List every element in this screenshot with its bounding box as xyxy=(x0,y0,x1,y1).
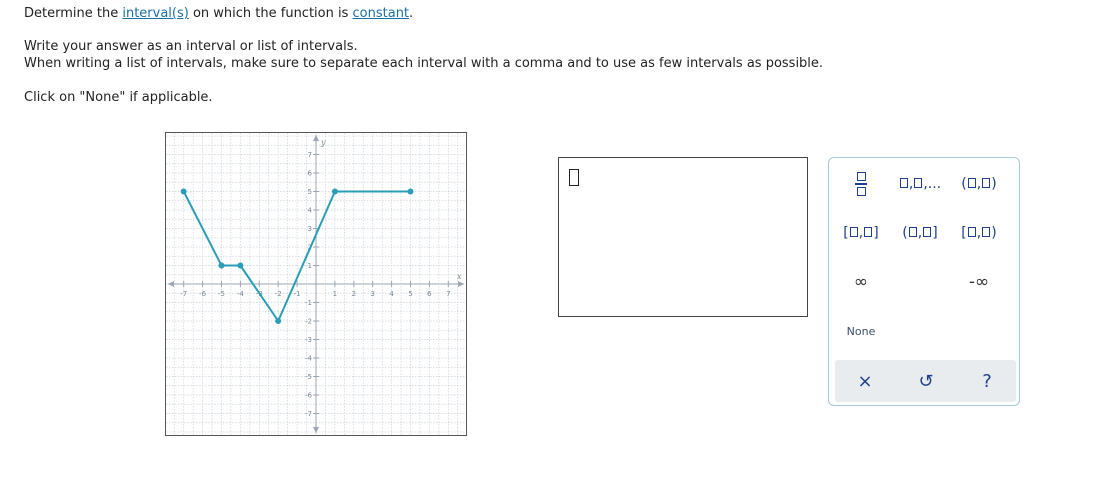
instruction-line: Click on "None" if applicable. xyxy=(24,90,213,105)
y-tick-label: -7 xyxy=(305,410,312,418)
x-tick-label: 7 xyxy=(446,290,450,298)
y-tick-label: -4 xyxy=(305,355,313,363)
function-graph: -7 -6 -5 -4 -3 -2 -1 1 2 3 4 5 6 7 7 6 5 4 3 2 1 -1 -2 -3 -4 -5 -6… xyxy=(165,132,467,436)
function-point xyxy=(407,188,414,195)
x-tick-label: 1 xyxy=(333,290,337,298)
x-tick-label: -1 xyxy=(294,290,301,298)
y-tick-label: 6 xyxy=(308,170,313,178)
x-tick-label: 6 xyxy=(427,290,432,298)
fraction-icon xyxy=(855,172,867,196)
list-button[interactable]: ,,... xyxy=(891,169,949,199)
answer-input[interactable] xyxy=(558,157,808,317)
graph-canvas: -7 -6 -5 -4 -3 -2 -1 1 2 3 4 5 6 77654321-1-2-3-4-5-6… xyxy=(166,133,466,435)
y-tick-label: -5 xyxy=(305,373,312,381)
math-palette: ,,... (,) [,] (,] [,) ∞ -∞ None × ↺ ? xyxy=(828,157,1020,406)
open-interval-button[interactable]: (,) xyxy=(950,169,1008,199)
x-tick-label: -4 xyxy=(237,290,245,298)
undo-icon: ↺ xyxy=(918,370,934,392)
x-tick-label: 3 xyxy=(370,290,374,298)
x-axis-arrow-right xyxy=(458,281,464,287)
x-axis-label: x xyxy=(457,272,462,281)
function-point xyxy=(275,318,282,324)
none-button[interactable]: None xyxy=(832,316,890,346)
y-tick-label: -1 xyxy=(305,299,312,307)
y-axis-label: y xyxy=(320,138,326,147)
y-tick-label: -6 xyxy=(305,392,313,400)
prompt-text: . xyxy=(409,6,414,21)
function-point xyxy=(180,188,187,195)
intervals-link[interactable]: interval(s) xyxy=(122,6,188,21)
constant-link[interactable]: constant xyxy=(353,6,410,21)
list-icon: ,,... xyxy=(899,176,941,192)
x-tick-label: 2 xyxy=(352,290,356,298)
y-tick-label: 1 xyxy=(308,262,312,270)
negative-infinity-button[interactable]: -∞ xyxy=(950,267,1008,297)
instruction-line: When writing a list of intervals, make s… xyxy=(24,56,824,71)
x-tick-label: 5 xyxy=(408,290,412,298)
y-tick-label: 3 xyxy=(308,225,312,233)
right-open-interval-icon: [,) xyxy=(961,225,997,241)
closed-interval-icon: [,] xyxy=(843,225,879,241)
action-bar: × ↺ ? xyxy=(835,360,1016,402)
close-icon: × xyxy=(857,370,873,392)
left-open-interval-button[interactable]: (,] xyxy=(891,218,949,248)
y-tick-label: 7 xyxy=(308,151,312,159)
instruction-line: Write your answer as an interval or list… xyxy=(24,39,358,54)
function-point xyxy=(237,262,244,269)
x-axis-arrow-left xyxy=(168,281,174,287)
function-point xyxy=(331,188,338,195)
x-tick-label: 4 xyxy=(389,290,394,298)
left-open-interval-icon: (,] xyxy=(902,225,938,241)
y-tick-label: -3 xyxy=(305,336,312,344)
y-tick-label: 4 xyxy=(308,207,313,215)
function-point xyxy=(218,262,225,269)
prompt-text: Determine the xyxy=(24,6,123,21)
x-tick-label: -7 xyxy=(180,290,187,298)
y-tick-label: -2 xyxy=(305,318,312,326)
undo-button[interactable]: ↺ xyxy=(901,366,951,396)
y-tick-label: 5 xyxy=(308,188,312,196)
help-button[interactable]: ? xyxy=(962,366,1012,396)
right-open-interval-button[interactable]: [,) xyxy=(950,218,1008,248)
prompt-line-1: Determine the interval(s) on which the f… xyxy=(24,6,413,22)
x-tick-label: -6 xyxy=(199,290,207,298)
closed-interval-button[interactable]: [,] xyxy=(832,218,890,248)
infinity-button[interactable]: ∞ xyxy=(832,267,890,297)
open-interval-icon: (,) xyxy=(961,176,997,192)
answer-placeholder-box[interactable] xyxy=(569,169,579,186)
x-tick-label: -2 xyxy=(275,290,282,298)
help-icon: ? xyxy=(982,370,992,392)
fraction-button[interactable] xyxy=(832,169,890,199)
x-tick-label: -5 xyxy=(218,290,225,298)
prompt-text: on which the function is xyxy=(188,6,353,21)
clear-button[interactable]: × xyxy=(840,366,890,396)
